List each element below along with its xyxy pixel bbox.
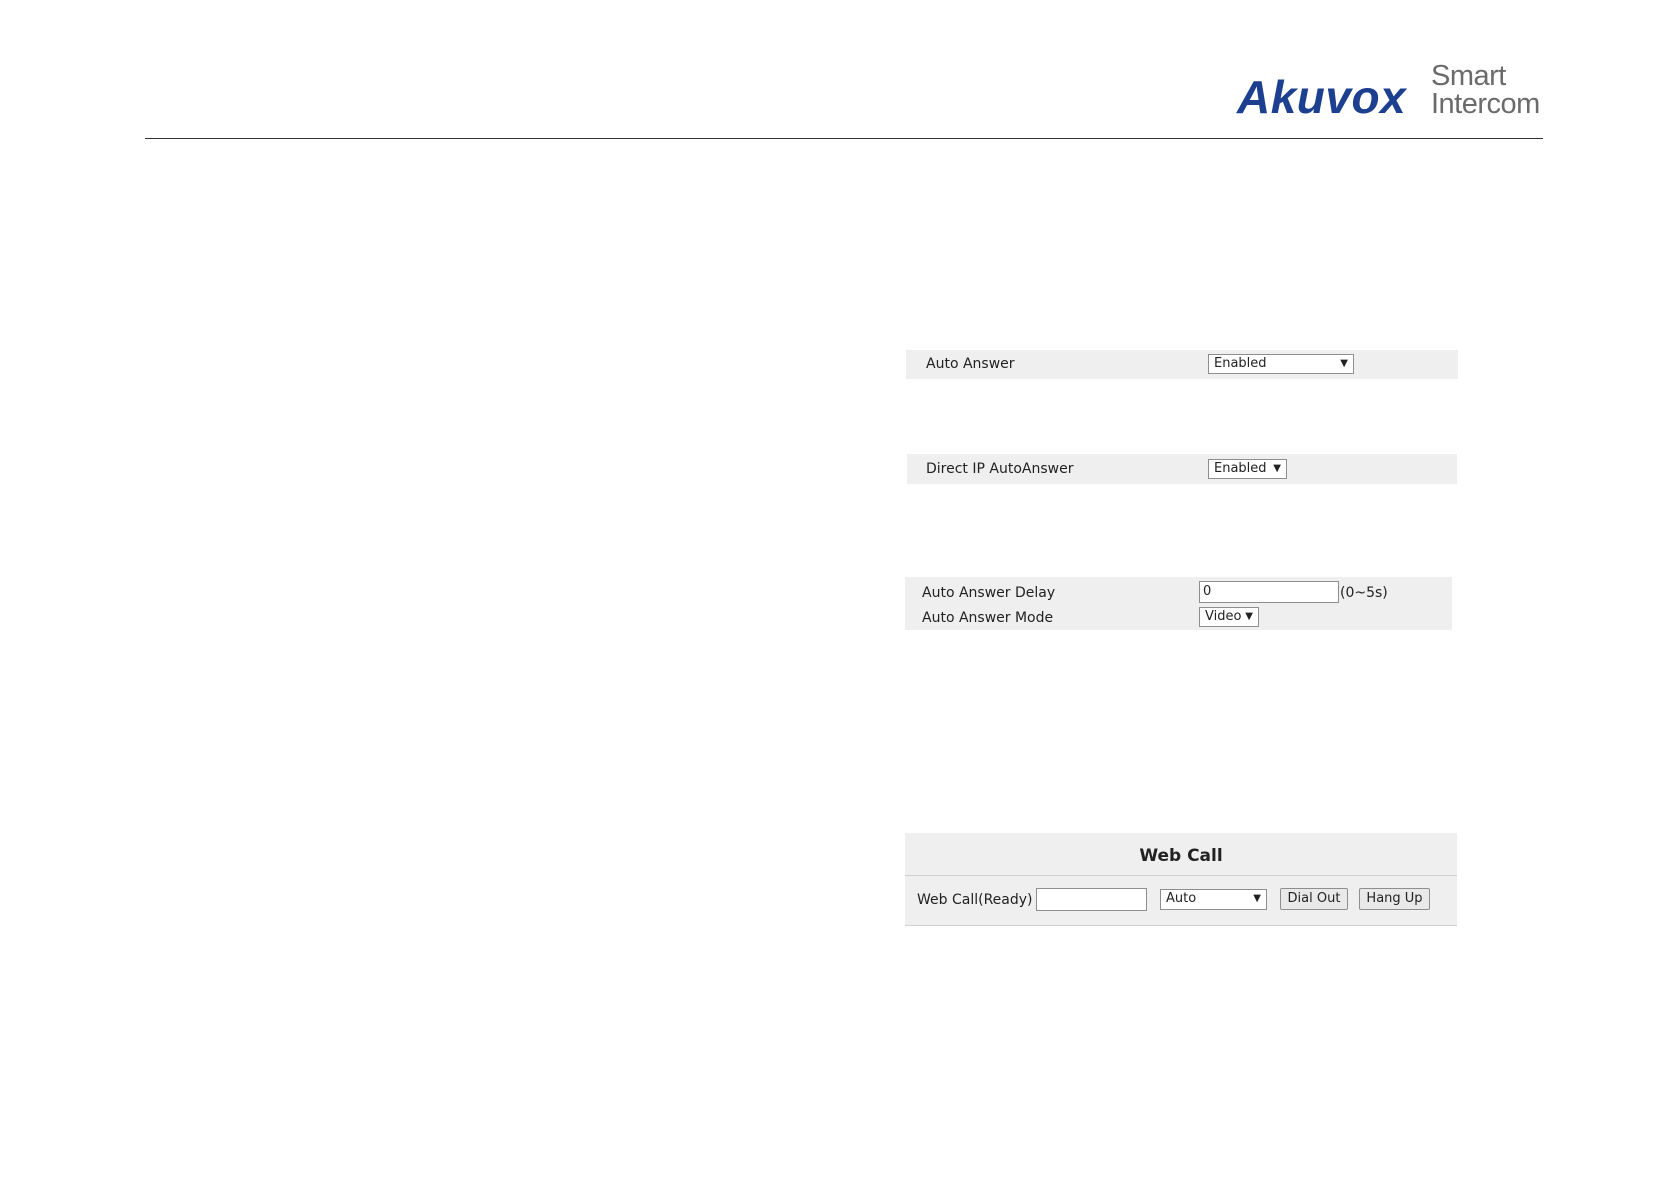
dropdown-arrow-icon: ▼ bbox=[1253, 893, 1261, 904]
auto-answer-panel: Auto Answer Enabled ▼ bbox=[906, 350, 1458, 379]
direct-ip-panel: Direct IP AutoAnswer Enabled ▼ bbox=[907, 454, 1457, 484]
web-call-number-input[interactable] bbox=[1036, 888, 1147, 911]
web-call-mode-select[interactable]: Auto ▼ bbox=[1160, 889, 1267, 910]
auto-answer-select-value: Enabled bbox=[1214, 356, 1267, 371]
auto-answer-select[interactable]: Enabled ▼ bbox=[1208, 354, 1354, 374]
brand-tagline-line1: Smart bbox=[1431, 60, 1506, 92]
brand-tagline: Smart Intercom bbox=[1431, 60, 1540, 120]
direct-ip-select[interactable]: Enabled ▼ bbox=[1208, 459, 1287, 479]
auto-answer-delay-input[interactable]: 0 bbox=[1199, 581, 1339, 603]
brand-tagline-line2: Intercom bbox=[1431, 88, 1540, 120]
web-call-label: Web Call(Ready) bbox=[917, 892, 1033, 908]
auto-answer-settings-panel: Auto Answer Delay 0 (0~5s) Auto Answer M… bbox=[905, 577, 1452, 630]
direct-ip-label: Direct IP AutoAnswer bbox=[926, 461, 1074, 477]
brand-logo: Akuvox Smart Intercom bbox=[1237, 60, 1557, 123]
auto-answer-mode-select[interactable]: Video ▼ bbox=[1199, 607, 1259, 627]
auto-answer-delay-hint: (0~5s) bbox=[1340, 585, 1388, 601]
auto-answer-mode-select-value: Video bbox=[1205, 609, 1242, 624]
hang-up-button[interactable]: Hang Up bbox=[1359, 888, 1430, 910]
web-call-panel: Web Call Web Call(Ready) Auto ▼ Dial Out… bbox=[905, 833, 1457, 926]
auto-answer-delay-label: Auto Answer Delay bbox=[922, 585, 1056, 601]
auto-answer-mode-label: Auto Answer Mode bbox=[922, 610, 1054, 626]
web-call-mode-select-value: Auto bbox=[1166, 891, 1197, 906]
dropdown-arrow-icon: ▼ bbox=[1273, 463, 1281, 474]
dropdown-arrow-icon: ▼ bbox=[1340, 358, 1348, 369]
dial-out-button[interactable]: Dial Out bbox=[1280, 888, 1348, 910]
header-divider bbox=[145, 138, 1543, 139]
dropdown-arrow-icon: ▼ bbox=[1245, 611, 1253, 622]
direct-ip-select-value: Enabled bbox=[1214, 461, 1267, 476]
auto-answer-label: Auto Answer bbox=[926, 356, 1015, 372]
web-call-title: Web Call bbox=[905, 833, 1457, 876]
brand-name: Akuvox bbox=[1237, 71, 1407, 123]
